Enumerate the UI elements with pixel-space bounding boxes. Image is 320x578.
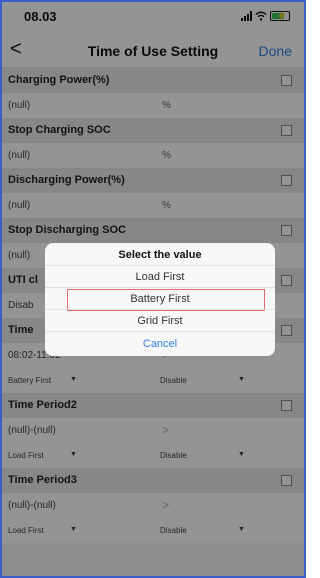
select-value-dialog: Select the value Load First Battery Firs… (45, 243, 275, 356)
option-battery-first[interactable]: Battery First (45, 287, 275, 311)
dialog-title: Select the value (118, 249, 202, 261)
option-grid-first[interactable]: Grid First (45, 309, 275, 331)
option-load-first[interactable]: Load First (45, 265, 275, 287)
cancel-button[interactable]: Cancel (45, 331, 275, 356)
time-of-use-screen: 08.03 ⚡ < Time of Use Setting Done Charg… (0, 0, 306, 578)
